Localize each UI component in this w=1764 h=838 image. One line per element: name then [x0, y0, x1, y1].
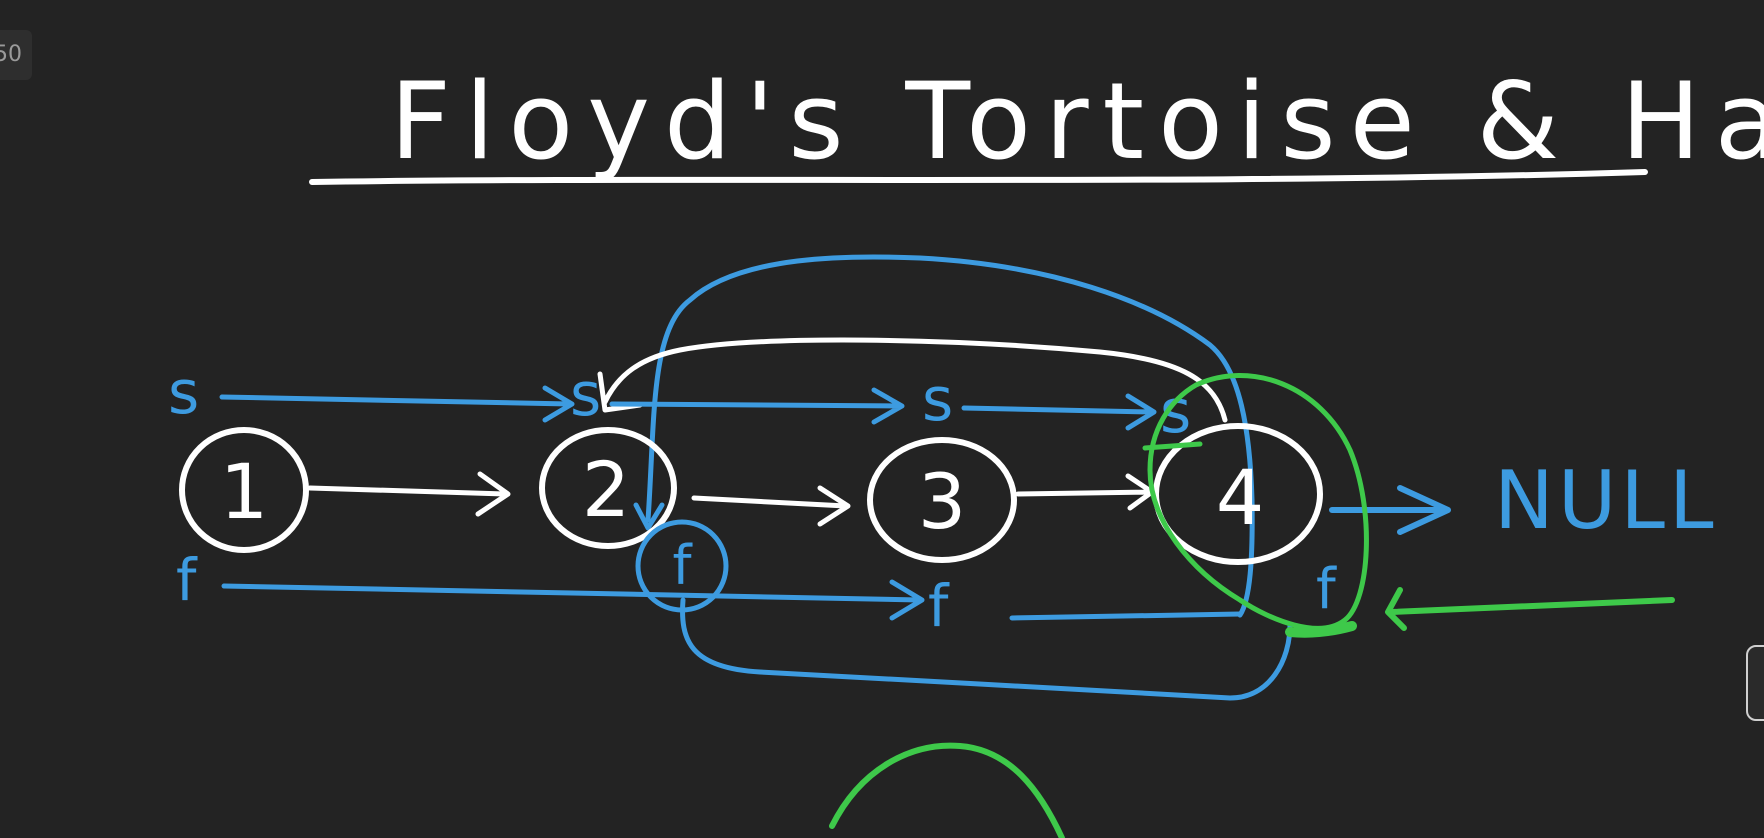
fast-pointer-label-4: f: [1316, 557, 1337, 622]
green-arrow-right: [1385, 587, 1675, 631]
slow-pointer-label-2: s: [570, 360, 601, 430]
diagram-title: Floyd's Tortoise & Hare: [390, 60, 1764, 183]
edge-3-to-4: [1015, 473, 1155, 511]
null-label: NULL: [1494, 454, 1718, 547]
fast-arrow-1: [221, 579, 925, 621]
slow-pointer-label-1: s: [168, 358, 199, 428]
node-1-label: 1: [220, 447, 268, 536]
edge-2-to-3: [691, 485, 851, 527]
node-2: 2: [539, 427, 677, 549]
green-arc-bottom: [829, 742, 1065, 838]
node-3-label: 3: [918, 457, 966, 546]
node-3: 3: [867, 437, 1017, 563]
slow-arrow-1: [219, 385, 575, 423]
fast-trail-line: [1009, 611, 1243, 621]
node-4-label: 4: [1216, 453, 1264, 542]
side-panel-tab[interactable]: [1746, 645, 1764, 721]
node-2-label: 2: [582, 445, 630, 534]
edge-1-to-2: [307, 471, 511, 517]
whiteboard-canvas: Floyd's Tortoise & Hare 1 2 3 4 s s s s …: [168, 60, 1764, 838]
fast-pointer-label-2: f: [672, 534, 693, 597]
fast-pointer-label-3: f: [928, 572, 950, 640]
slow-arrow-3: [961, 393, 1157, 431]
null-arrow: [1329, 485, 1451, 535]
node-1: 1: [179, 427, 309, 553]
fast-pointer-label-1: f: [176, 546, 198, 614]
cycle-edge-4-to-2: [602, 337, 1228, 423]
slow-pointer-label-3: s: [922, 365, 953, 435]
